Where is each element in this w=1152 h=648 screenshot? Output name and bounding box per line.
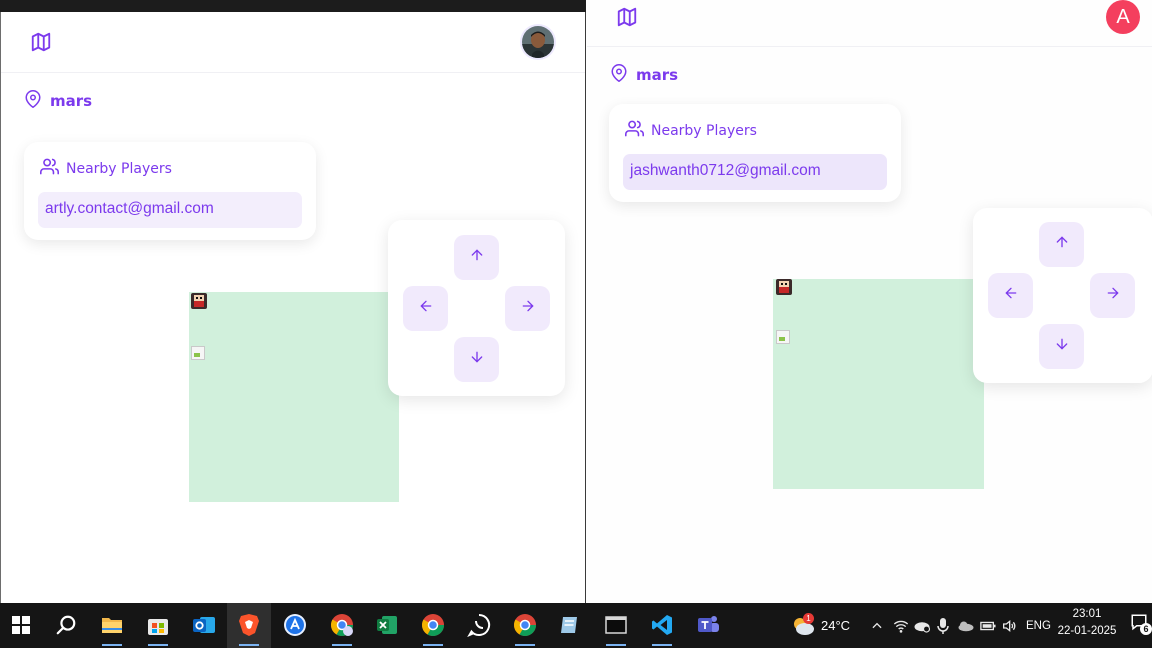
weather-cloud-icon: 1 [791, 612, 815, 637]
move-up-button[interactable] [1039, 222, 1084, 267]
cloud-icon[interactable] [957, 603, 975, 648]
nearby-players-header: Nearby Players [40, 157, 302, 180]
vscode-icon[interactable] [646, 609, 678, 646]
map-pin-icon [610, 64, 628, 86]
volume-icon[interactable] [1001, 603, 1017, 648]
move-right-button[interactable] [1090, 273, 1135, 318]
arrow-down-icon [469, 349, 485, 370]
window-top-strip [0, 0, 586, 12]
arrow-right-icon [1105, 285, 1121, 306]
users-icon [625, 119, 644, 142]
nearby-players-card: Nearby Players artly.contact@gmail.com [24, 142, 316, 240]
whatsapp-icon[interactable] [463, 609, 495, 641]
brave-browser-icon[interactable] [233, 609, 265, 646]
app-store-icon[interactable] [279, 609, 311, 641]
microphone-icon[interactable] [937, 603, 949, 648]
current-location: mars [610, 64, 678, 86]
notification-count-badge: 6 [1140, 623, 1152, 635]
battery-icon[interactable] [980, 603, 996, 648]
terminal-icon[interactable] [600, 609, 632, 646]
clock-date: 22-01-2025 [1057, 625, 1117, 637]
player-item[interactable]: jashwanth0712@gmail.com [623, 154, 887, 190]
nearby-players-title: Nearby Players [651, 122, 757, 139]
weather-alert-badge: 1 [803, 612, 814, 624]
arrow-left-icon [1003, 285, 1019, 306]
move-down-button[interactable] [454, 337, 499, 382]
location-name: mars [636, 66, 679, 84]
app-header [1, 12, 585, 73]
game-world-area[interactable] [773, 279, 984, 489]
outlook-icon[interactable] [188, 609, 220, 641]
chevron-up-icon[interactable] [870, 603, 884, 648]
arrow-right-icon [520, 298, 536, 319]
arrow-left-icon [418, 298, 434, 319]
broken-image-icon [776, 330, 790, 344]
microsoft-store-icon[interactable] [142, 609, 174, 646]
users-icon [40, 157, 59, 180]
right-browser-window: A mars Nearby Players jashwanth0712@gmai… [587, 0, 1152, 603]
language-indicator[interactable]: ENG [1026, 603, 1051, 648]
arrow-up-icon [469, 247, 485, 268]
move-left-button[interactable] [403, 286, 448, 331]
move-down-button[interactable] [1039, 324, 1084, 369]
chrome-icon[interactable] [509, 609, 541, 646]
notes-app-icon[interactable] [554, 609, 586, 641]
search-icon[interactable] [50, 609, 82, 641]
windows-taskbar: 1 24°C ENG 23:01 22-01-2025 6 [0, 603, 1152, 648]
weather-widget[interactable]: 1 24°C [791, 603, 850, 648]
clock-time: 23:01 [1072, 608, 1102, 620]
chrome-profile-icon[interactable] [326, 609, 358, 646]
movement-dpad [973, 208, 1152, 383]
map-pin-icon [24, 90, 42, 112]
arrow-down-icon [1054, 336, 1070, 357]
user-avatar[interactable] [520, 24, 556, 60]
app-header: A [587, 0, 1152, 47]
excel-icon[interactable] [371, 609, 403, 641]
player-item[interactable]: artly.contact@gmail.com [38, 192, 302, 228]
teams-icon[interactable] [692, 609, 724, 641]
movement-dpad [388, 220, 565, 396]
map-icon[interactable] [29, 30, 53, 54]
arrow-up-icon [1054, 234, 1070, 255]
nearby-players-title: Nearby Players [66, 160, 172, 177]
move-left-button[interactable] [988, 273, 1033, 318]
system-clock[interactable]: 23:01 22-01-2025 [1054, 606, 1120, 640]
windows-start-icon[interactable] [5, 609, 37, 641]
language-label: ENG [1026, 619, 1051, 632]
weather-temperature: 24°C [821, 618, 851, 633]
player-sprite [776, 279, 792, 295]
player-sprite [191, 293, 207, 309]
current-location: mars [24, 90, 92, 112]
broken-image-icon [191, 346, 205, 360]
nearby-players-card: Nearby Players jashwanth0712@gmail.com [609, 104, 901, 202]
game-world-area[interactable] [189, 292, 399, 502]
location-name: mars [50, 92, 93, 110]
wifi-icon[interactable] [893, 603, 909, 648]
move-right-button[interactable] [505, 286, 550, 331]
user-avatar[interactable]: A [1106, 0, 1140, 34]
notification-icon[interactable]: 6 [1130, 613, 1152, 637]
file-explorer-icon[interactable] [96, 609, 128, 646]
left-browser-window: mars Nearby Players artly.contact@gmail.… [0, 12, 586, 603]
move-up-button[interactable] [454, 235, 499, 280]
nearby-players-header: Nearby Players [625, 119, 887, 142]
map-icon[interactable] [615, 5, 639, 29]
chrome-icon[interactable] [417, 609, 449, 646]
onedrive-sync-icon[interactable] [913, 603, 931, 648]
